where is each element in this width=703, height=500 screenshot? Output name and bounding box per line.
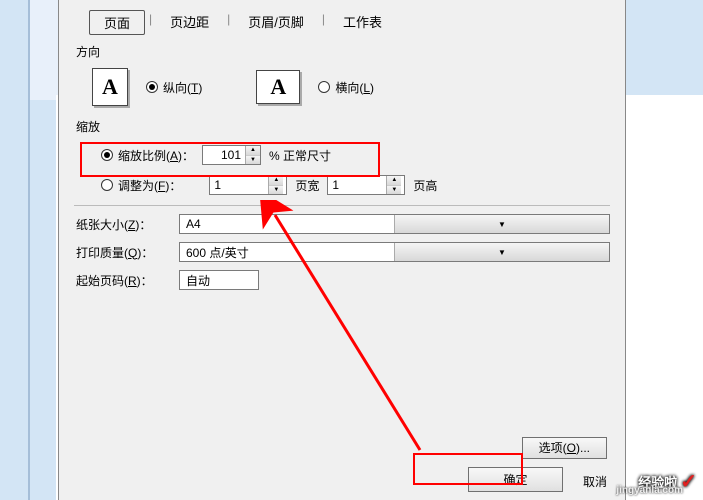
options-button[interactable]: 选项(O)... bbox=[522, 437, 607, 459]
radio-icon bbox=[318, 81, 330, 93]
radio-fit-to[interactable]: 调整为(F)： bbox=[101, 177, 181, 194]
print-quality-label: 打印质量(Q)： bbox=[76, 244, 171, 261]
radio-landscape[interactable]: 横向(L) bbox=[318, 79, 374, 96]
cancel-button[interactable]: 取消 bbox=[583, 469, 607, 490]
spinner-down-icon[interactable]: ▼ bbox=[246, 156, 260, 165]
ok-button[interactable]: 确定 bbox=[468, 467, 563, 492]
scale-percent-input[interactable] bbox=[203, 146, 245, 164]
radio-portrait[interactable]: 纵向(T) bbox=[146, 79, 202, 96]
spinner-down-icon[interactable]: ▼ bbox=[387, 186, 401, 195]
pages-tall-spinner[interactable]: ▲ ▼ bbox=[327, 175, 405, 195]
adjust-to-label: 缩放比例(A)： bbox=[118, 147, 194, 164]
orientation-label: 方向 bbox=[76, 43, 610, 60]
paper-size-dropdown[interactable]: A4 ▼ bbox=[179, 214, 610, 234]
paper-size-value: A4 bbox=[180, 217, 394, 231]
pages-wide-input[interactable] bbox=[210, 176, 268, 194]
normal-size-label: % 正常尺寸 bbox=[269, 147, 331, 164]
radio-icon bbox=[101, 149, 113, 161]
watermark: 经验啦 ✓ jingyanla.com bbox=[638, 469, 697, 494]
scale-percent-spinner[interactable]: ▲ ▼ bbox=[202, 145, 261, 165]
landscape-label: 横向(L) bbox=[335, 79, 374, 96]
page-setup-dialog: 页面 | 页边距 | 页眉/页脚 | 工作表 方向 A 纵向(T) A 横向(L… bbox=[58, 0, 626, 500]
dialog-tabs: 页面 | 页边距 | 页眉/页脚 | 工作表 bbox=[89, 10, 610, 35]
spinner-down-icon[interactable]: ▼ bbox=[269, 186, 283, 195]
pages-wide-label: 页宽 bbox=[295, 177, 319, 194]
scale-adjust-row: 缩放比例(A)： ▲ ▼ % 正常尺寸 bbox=[101, 145, 610, 165]
pages-tall-input[interactable] bbox=[328, 176, 386, 194]
print-quality-row: 打印质量(Q)： 600 点/英寸 ▼ bbox=[76, 242, 610, 262]
chevron-down-icon[interactable]: ▼ bbox=[394, 215, 609, 233]
spinner-up-icon[interactable]: ▲ bbox=[246, 146, 260, 156]
pages-wide-spinner[interactable]: ▲ ▼ bbox=[209, 175, 287, 195]
print-quality-dropdown[interactable]: 600 点/英寸 ▼ bbox=[179, 242, 610, 262]
first-page-row: 起始页码(R)： 自动 bbox=[76, 270, 610, 290]
print-quality-value: 600 点/英寸 bbox=[180, 244, 394, 261]
scale-label: 缩放 bbox=[76, 118, 610, 135]
chevron-down-icon[interactable]: ▼ bbox=[394, 243, 609, 261]
scale-fit-row: 调整为(F)： ▲ ▼ 页宽 ▲ ▼ 页高 bbox=[101, 175, 610, 195]
paper-size-row: 纸张大小(Z)： A4 ▼ bbox=[76, 214, 610, 234]
spinner-up-icon[interactable]: ▲ bbox=[387, 176, 401, 186]
radio-icon bbox=[101, 179, 113, 191]
portrait-label: 纵向(T) bbox=[163, 79, 202, 96]
radio-icon bbox=[146, 81, 158, 93]
tab-margins[interactable]: 页边距 bbox=[156, 10, 223, 35]
spinner-up-icon[interactable]: ▲ bbox=[269, 176, 283, 186]
tab-header-footer[interactable]: 页眉/页脚 bbox=[234, 10, 318, 35]
first-page-input[interactable]: 自动 bbox=[179, 270, 259, 290]
watermark-domain: jingyanla.com bbox=[616, 485, 683, 496]
paper-size-label: 纸张大小(Z)： bbox=[76, 216, 171, 233]
orientation-group: A 纵向(T) A 横向(L) bbox=[92, 68, 610, 106]
first-page-label: 起始页码(R)： bbox=[76, 272, 171, 289]
tab-sheet[interactable]: 工作表 bbox=[329, 10, 396, 35]
fit-to-label: 调整为(F)： bbox=[118, 177, 181, 194]
pages-tall-label: 页高 bbox=[413, 177, 437, 194]
tab-page[interactable]: 页面 bbox=[89, 10, 145, 35]
portrait-icon: A bbox=[92, 68, 128, 106]
radio-adjust-to[interactable]: 缩放比例(A)： bbox=[101, 147, 194, 164]
landscape-icon: A bbox=[256, 70, 300, 104]
